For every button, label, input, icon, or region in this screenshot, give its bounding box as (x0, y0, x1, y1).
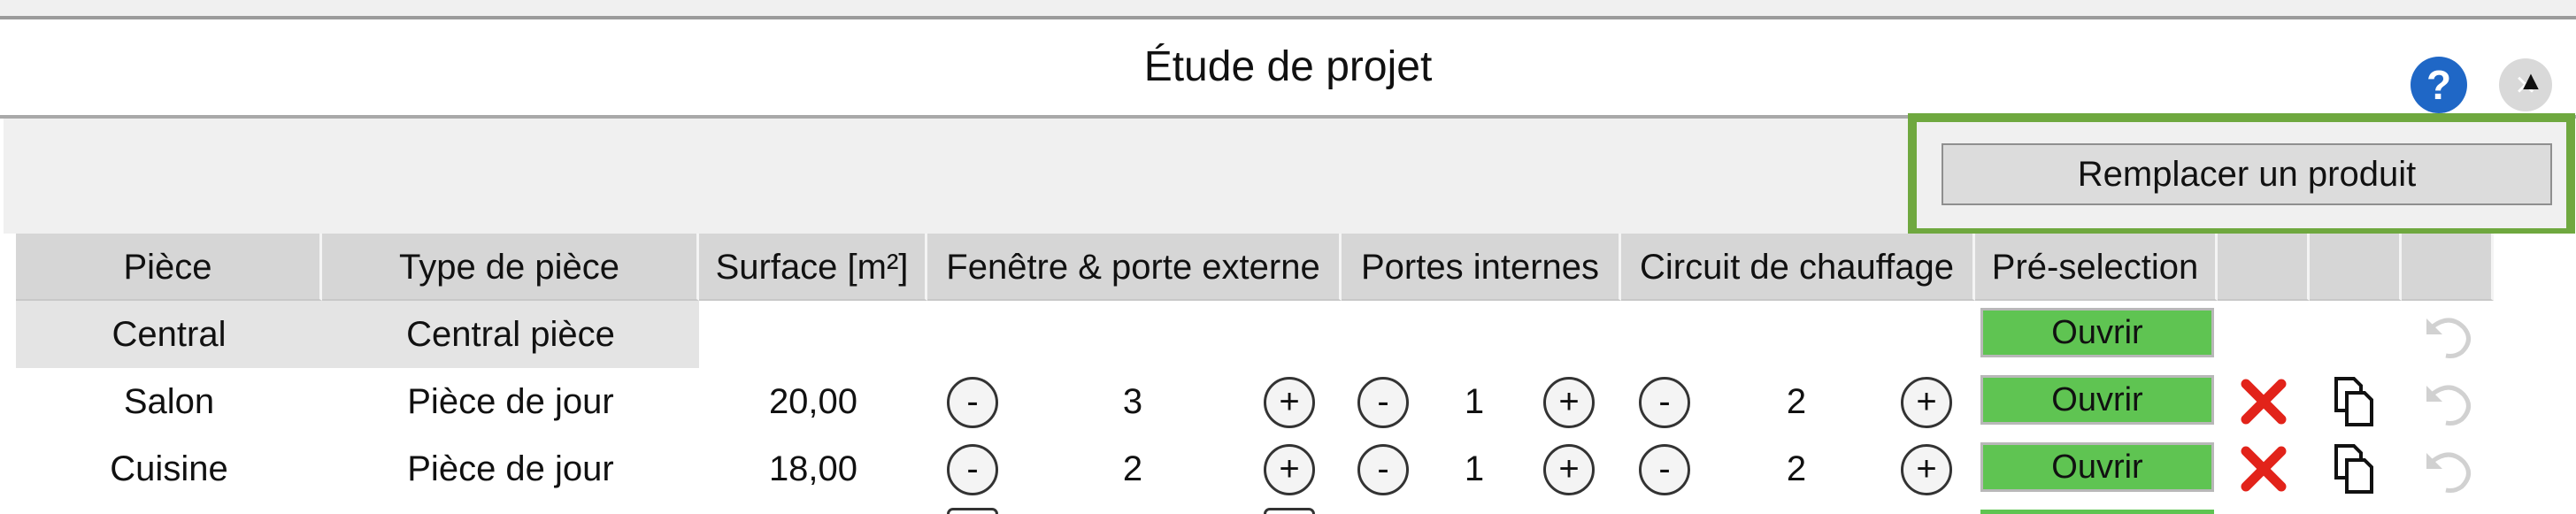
duplicate-icon[interactable] (2331, 442, 2377, 495)
open-preselection-button[interactable]: Ouvrir (1980, 375, 2214, 425)
undo-icon[interactable] (2419, 308, 2478, 361)
column-header-windows[interactable]: Fenêtre & porte externe (927, 234, 1342, 301)
next-row-stepper-edge (947, 508, 998, 514)
internal-doors-decrement-button[interactable]: - (1357, 444, 1409, 495)
windows-decrement-button[interactable]: - (947, 444, 998, 495)
undo-icon[interactable] (2419, 442, 2478, 495)
internal-doors-increment-button[interactable]: + (1543, 377, 1595, 428)
undo-icon[interactable] (2419, 375, 2478, 428)
heating-circuit-increment-button[interactable]: + (1901, 444, 1952, 495)
table-row-surface[interactable]: 20,00 (699, 368, 927, 435)
delete-icon[interactable] (2237, 442, 2290, 495)
duplicate-icon[interactable] (2331, 375, 2377, 428)
table-row-central-type[interactable]: Central pièce (322, 301, 699, 368)
help-icon[interactable]: ? (2411, 57, 2467, 113)
column-header-surface[interactable]: Surface [m²] (699, 234, 927, 301)
project-study-window: Étude de projet ? × Remplacer un produit… (0, 0, 2576, 514)
internal-doors-count: 1 (1464, 382, 1485, 421)
column-header-piece[interactable]: Pièce (16, 234, 322, 301)
column-header-internal-doors[interactable]: Portes internes (1342, 234, 1621, 301)
title-bar: Étude de projet ? × (0, 19, 2576, 119)
heating-circuit-count: 2 (1786, 382, 1807, 421)
windows-increment-button[interactable]: + (1264, 377, 1315, 428)
delete-icon[interactable] (2237, 375, 2290, 428)
table-row-type[interactable]: Pièce de jour (322, 368, 699, 435)
next-row-open-button-edge (1980, 510, 2214, 514)
table-row-piece[interactable]: Salon (16, 368, 322, 435)
internal-doors-count: 1 (1464, 449, 1485, 488)
open-preselection-button[interactable]: Ouvrir (1980, 442, 2214, 492)
table-row-central-piece[interactable]: Central (16, 301, 322, 368)
column-header-heating-circuit[interactable]: Circuit de chauffage (1621, 234, 1975, 301)
window-title: Étude de projet (1143, 43, 1433, 90)
windows-decrement-button[interactable]: - (947, 377, 998, 428)
heating-circuit-increment-button[interactable]: + (1901, 377, 1952, 428)
column-header-preselection[interactable]: Pré-selection (1975, 234, 2218, 301)
windows-increment-button[interactable]: + (1264, 444, 1315, 495)
internal-doors-decrement-button[interactable]: - (1357, 377, 1409, 428)
table-row-type[interactable]: Pièce de jour (322, 435, 699, 502)
replace-product-button[interactable]: Remplacer un produit (1942, 143, 2552, 205)
heating-circuit-count: 2 (1786, 449, 1807, 488)
heating-circuit-decrement-button[interactable]: - (1639, 377, 1690, 428)
table-row-surface[interactable]: 18,00 (699, 435, 927, 502)
column-header-delete (2218, 234, 2310, 301)
column-header-undo (2402, 234, 2494, 301)
column-header-type[interactable]: Type de pièce (322, 234, 699, 301)
windows-count: 2 (1122, 449, 1143, 488)
open-preselection-button[interactable]: Ouvrir (1980, 308, 2214, 357)
heating-circuit-decrement-button[interactable]: - (1639, 444, 1690, 495)
internal-doors-increment-button[interactable]: + (1543, 444, 1595, 495)
table-row-piece[interactable]: Cuisine (16, 435, 322, 502)
next-row-stepper-edge (1264, 508, 1315, 514)
column-header-duplicate (2310, 234, 2402, 301)
window-top-edge (0, 0, 2576, 19)
windows-count: 3 (1122, 382, 1143, 421)
scroll-up-icon[interactable]: ▲ (2513, 64, 2549, 99)
